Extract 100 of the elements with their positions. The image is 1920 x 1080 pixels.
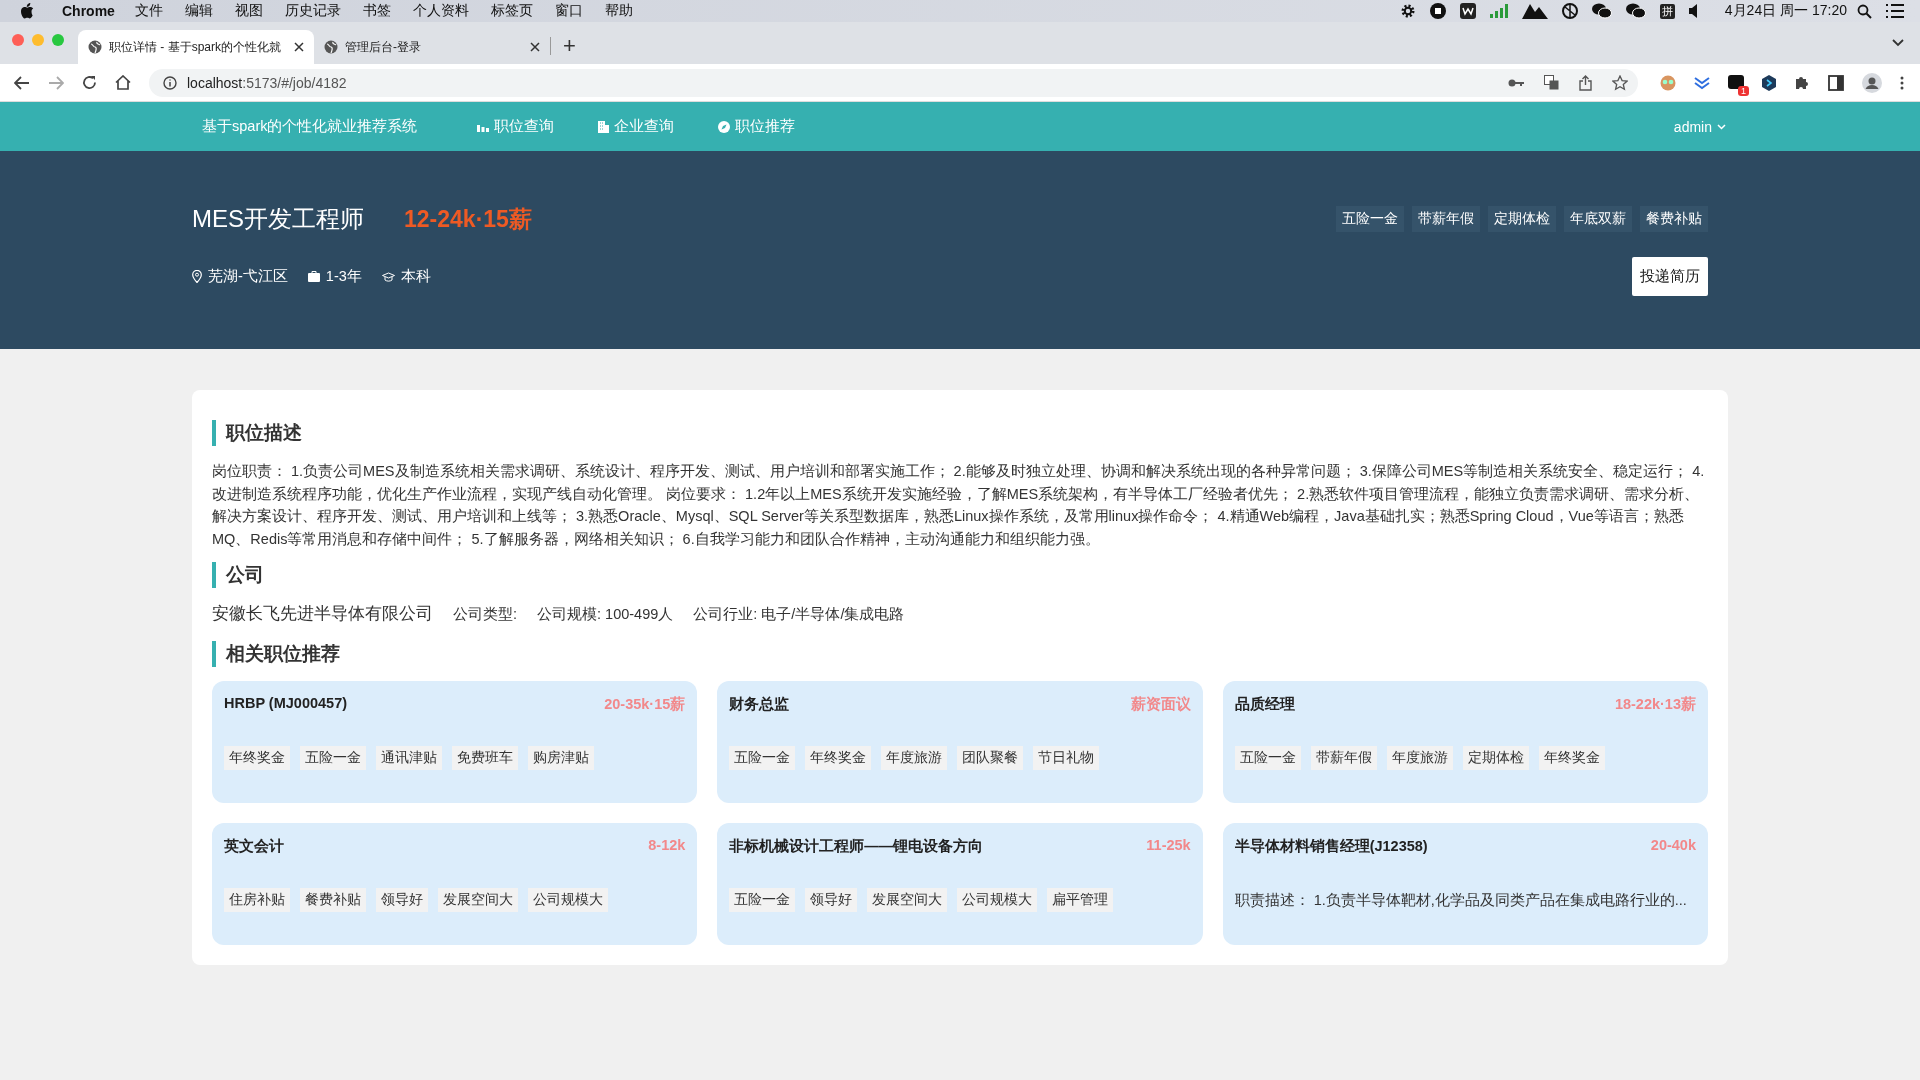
job-card-description: 职责描述： 1.负责半导体靶材,化学品及同类产品在集成电路行业的... xyxy=(1234,891,1688,910)
url-text: localhost:5173/#/job/4182 xyxy=(187,74,347,91)
star-icon[interactable] xyxy=(1612,74,1628,91)
menu-item[interactable]: 编辑 xyxy=(184,2,213,20)
profile-icon[interactable] xyxy=(1862,72,1882,93)
stop-icon[interactable] xyxy=(1429,3,1446,19)
tab-title: 职位详情 - 基于spark的个性化就 xyxy=(109,38,282,56)
job-card-title: 非标机械设计工程师——锂电设备方向 xyxy=(729,837,984,856)
home-icon[interactable] xyxy=(115,75,131,90)
chevron-down-icon[interactable] xyxy=(1892,39,1904,47)
job-card-title: 半导体材料销售经理(J12358) xyxy=(1234,837,1428,856)
benefit-tag: 购房津贴 xyxy=(528,746,594,770)
benefit-tag: 餐费补贴 xyxy=(300,888,366,912)
signal-icon[interactable] xyxy=(1489,4,1508,18)
benefit-tag: 节日礼物 xyxy=(1033,746,1100,770)
menu-item[interactable]: 文件 xyxy=(134,2,163,20)
key-icon[interactable] xyxy=(1508,77,1524,88)
close-icon[interactable] xyxy=(294,42,304,52)
share-icon[interactable] xyxy=(1579,74,1592,91)
job-card-salary: 18-22k·13薪 xyxy=(1614,695,1696,714)
chat-icon[interactable] xyxy=(1591,3,1612,19)
globe-icon xyxy=(88,40,102,54)
chevron-down-icon xyxy=(1717,123,1726,130)
menu-item[interactable]: 视图 xyxy=(234,2,263,20)
job-title: MES开发工程师 xyxy=(192,204,364,234)
chat-icon[interactable] xyxy=(1625,3,1646,19)
globe-icon xyxy=(324,40,338,54)
benefit-tag: 年底双薪 xyxy=(1564,206,1632,232)
job-card-salary: 20-40k xyxy=(1650,837,1696,855)
section-heading: 职位描述 xyxy=(212,420,1708,446)
job-card[interactable]: 半导体材料销售经理(J12358) 20-40k 职责描述： 1.负责半导体靶材,化学品及同类产品在集成电路行业的... xyxy=(1222,823,1708,945)
company-size: 公司规模: 100-499人 xyxy=(537,605,674,624)
info-icon[interactable] xyxy=(163,75,177,90)
menu-item[interactable]: Chrome xyxy=(62,3,115,19)
menu-item[interactable]: 窗口 xyxy=(554,2,583,20)
gear-icon[interactable] xyxy=(1399,3,1416,19)
benefit-tag: 领导好 xyxy=(805,888,858,912)
benefit-tag: 五险一金 xyxy=(1234,746,1301,770)
company-name: 安徽长飞先进半导体有限公司 xyxy=(212,603,433,625)
benefit-tag: 带薪年假 xyxy=(1412,206,1480,232)
benefit-tag: 定期体检 xyxy=(1488,206,1556,232)
tab-title: 管理后台-登录 xyxy=(345,38,422,56)
job-location: 芜湖-弋江区 xyxy=(208,267,288,286)
input-method-indicator[interactable]: 拼 xyxy=(1659,3,1675,19)
apple-icon[interactable] xyxy=(20,3,34,19)
browser-tab[interactable]: 管理后台-登录 xyxy=(314,30,550,64)
benefit-tag: 发展空间大 xyxy=(438,888,518,912)
reload-icon[interactable] xyxy=(82,75,97,90)
close-icon[interactable] xyxy=(530,42,540,52)
apply-button[interactable]: 投递简历 xyxy=(1632,257,1708,296)
job-card-salary: 20-35k·15薪 xyxy=(604,695,686,714)
sidebar-icon[interactable] xyxy=(1828,74,1844,91)
benefit-tag: 年度旅游 xyxy=(881,746,948,770)
back-icon[interactable] xyxy=(14,75,30,90)
benefit-tag: 年度旅游 xyxy=(1386,746,1453,770)
company-type: 公司类型: xyxy=(453,605,518,624)
menu-item[interactable]: 个人资料 xyxy=(412,2,469,20)
benefit-tag: 住房补贴 xyxy=(224,888,290,912)
benefit-tag: 带薪年假 xyxy=(1310,746,1377,770)
graduation-cap-icon xyxy=(381,271,395,282)
building-icon xyxy=(598,120,610,133)
benefit-tag: 五险一金 xyxy=(729,746,796,770)
benefit-tag: 定期体检 xyxy=(1462,746,1529,770)
clock[interactable]: 4月24日 周一 17:20 xyxy=(1724,2,1847,20)
menu-item[interactable]: 帮助 xyxy=(604,2,633,20)
benefit-tag: 五险一金 xyxy=(729,888,796,912)
translate-icon[interactable] xyxy=(1544,75,1559,90)
job-card-salary: 11-25k xyxy=(1146,837,1191,855)
benefit-tag: 公司规模大 xyxy=(528,888,608,912)
menu-item[interactable]: 书签 xyxy=(362,2,391,20)
circle-icon[interactable] xyxy=(1561,3,1578,19)
menu-item[interactable]: 标签页 xyxy=(490,2,533,20)
job-card[interactable]: 英文会计 8-12k 住房补贴 餐费补贴 领导好 发展空间大 公司规模大 xyxy=(212,823,698,945)
benefit-tag: 领导好 xyxy=(376,888,428,912)
search-icon[interactable] xyxy=(1857,3,1872,19)
benefit-tag: 免费班车 xyxy=(452,746,518,770)
benefit-tag: 五险一金 xyxy=(1336,206,1404,232)
briefcase-icon xyxy=(307,271,320,282)
job-card[interactable]: 财务总监 薪资面议 五险一金 年终奖金 年度旅游 团队聚餐 节日礼物 xyxy=(717,681,1203,803)
job-card[interactable]: 品质经理 18-22k·13薪 五险一金 带薪年假 年度旅游 定期体检 年终奖金 xyxy=(1222,681,1708,803)
address-field[interactable]: localhost:5173/#/job/4182 xyxy=(149,68,1638,97)
menu-item[interactable]: 历史记录 xyxy=(284,2,341,20)
job-card[interactable]: HRBP (MJ000457) 20-35k·15薪 年终奖金 五险一金 通讯津贴 免费班车 购房津贴 xyxy=(212,681,698,803)
location-pin-icon xyxy=(192,270,202,283)
section-heading: 相关职位推荐 xyxy=(212,641,1708,667)
list-icon[interactable] xyxy=(1886,4,1904,18)
compass-icon xyxy=(718,120,731,133)
app-icon[interactable] xyxy=(1459,3,1476,19)
browser-tab[interactable]: 职位详情 - 基于spark的个性化就 xyxy=(78,30,314,64)
notification-badge: 1 xyxy=(1738,85,1749,96)
benefit-tag: 年终奖金 xyxy=(805,746,872,770)
more-icon[interactable] xyxy=(1900,75,1904,90)
extension-icon[interactable] xyxy=(1762,74,1776,91)
benefit-tag: 通讯津贴 xyxy=(376,746,442,770)
new-tab-button[interactable]: + xyxy=(563,33,576,64)
company-industry: 公司行业: 电子/半导体/集成电路 xyxy=(693,605,905,624)
benefit-tag: 发展空间大 xyxy=(867,888,948,912)
mountain-icon[interactable] xyxy=(1521,3,1548,19)
puzzle-icon[interactable] xyxy=(1794,74,1810,91)
job-card[interactable]: 非标机械设计工程师——锂电设备方向 11-25k 五险一金 领导好 发展空间大 公司规模大 扁平管理 xyxy=(717,823,1203,945)
